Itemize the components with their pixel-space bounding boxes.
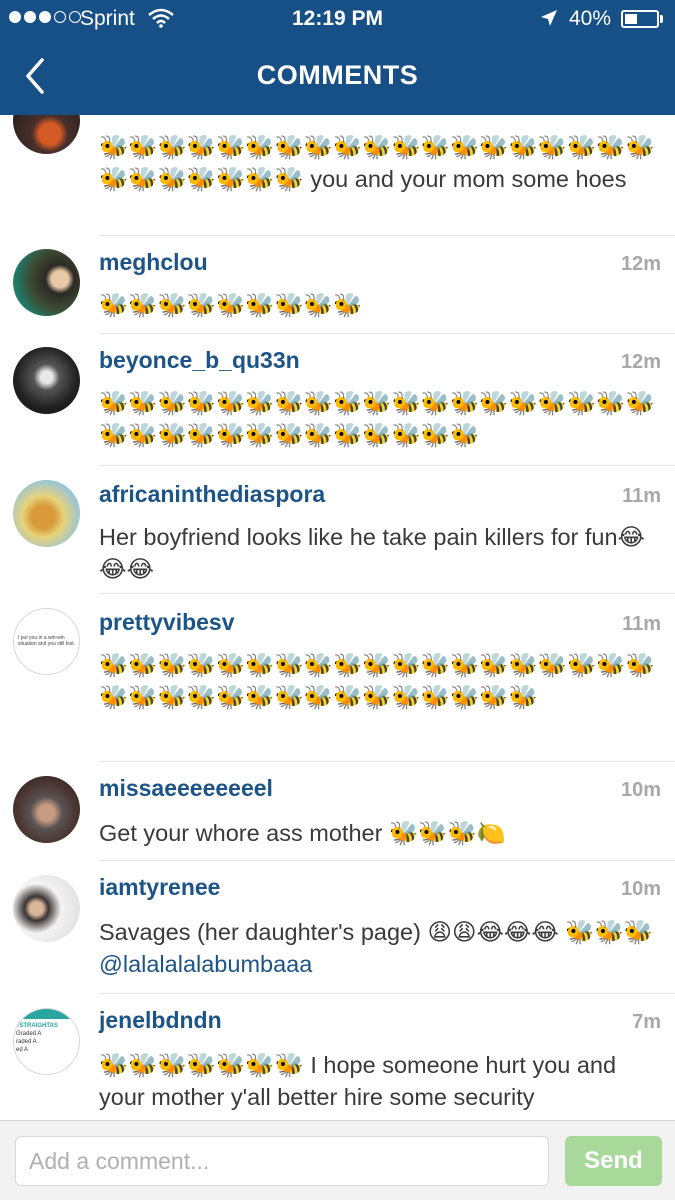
status-bar: Sprint 12:19 PM 40% xyxy=(0,0,675,38)
send-button[interactable]: Send xyxy=(565,1136,662,1186)
avatar[interactable] xyxy=(13,480,80,547)
battery-percent: 40% xyxy=(569,7,612,30)
avatar[interactable] xyxy=(13,776,80,843)
comment-text: 🐝🐝🐝🐝🐝🐝🐝🐝🐝🐝🐝🐝🐝🐝🐝🐝🐝🐝🐝🐝🐝🐝🐝🐝🐝🐝🐝🐝🐝🐝🐝🐝 xyxy=(99,390,655,448)
location-arrow-icon xyxy=(541,10,557,26)
comment-timestamp: 12m xyxy=(620,351,661,373)
comment-text: 🐝🐝🐝🐝🐝🐝🐝🐝🐝🐝🐝🐝🐝🐝🐝🐝🐝🐝🐝🐝🐝🐝🐝🐝🐝🐝🐝🐝🐝🐝🐝🐝🐝🐝 xyxy=(99,652,655,710)
comment-item: africaninthediaspora 11m Her boyfriend l… xyxy=(0,466,675,594)
comment-username[interactable]: iamtyrenee xyxy=(99,874,220,901)
comment-timestamp: 10m xyxy=(620,779,661,801)
avatar-caption: I put you in a win-win situation and you… xyxy=(18,635,75,647)
comment-text: Get your whore ass mother 🐝🐝🐝🍋 xyxy=(99,820,506,846)
comment-item: #STRAIGHTAS Graded A raded A ed A jenelb… xyxy=(0,994,675,1120)
comment-text: 🐝🐝🐝🐝🐝🐝🐝🐝🐝 xyxy=(99,292,363,318)
avatar[interactable]: I put you in a win-win situation and you… xyxy=(13,608,80,675)
comment-username[interactable]: jenelbdndn xyxy=(99,1007,222,1034)
comment-timestamp: 7m xyxy=(632,1011,661,1033)
avatar[interactable] xyxy=(13,115,80,154)
comment-text: 🐝🐝🐝🐝🐝🐝🐝 I hope someone hurt you and your… xyxy=(99,1052,623,1110)
comment-item: meghclou 12m 🐝🐝🐝🐝🐝🐝🐝🐝🐝 xyxy=(0,236,675,334)
comment-text: Her boyfriend looks like he take pain ki… xyxy=(99,524,646,582)
nav-header: Sprint 12:19 PM 40% COMMENTS xyxy=(0,0,675,115)
comment-username[interactable]: beyonce_b_qu33n xyxy=(99,347,300,374)
avatar[interactable] xyxy=(13,249,80,316)
comment-text: 🐝🐝🐝🐝🐝🐝🐝🐝🐝🐝🐝🐝🐝🐝🐝🐝🐝🐝🐝🐝🐝🐝🐝🐝🐝🐝 you and your … xyxy=(99,134,655,192)
comment-timestamp: 12m xyxy=(620,253,661,275)
comment-username[interactable]: missaeeeeeeeel xyxy=(99,775,273,802)
avatar[interactable]: #STRAIGHTAS Graded A raded A ed A xyxy=(13,1008,80,1075)
avatar[interactable] xyxy=(13,347,80,414)
comment-item: iamtyrenee 10m Savages (her daughter's p… xyxy=(0,861,675,994)
battery-icon xyxy=(621,10,659,28)
comment-item: 🐝🐝🐝🐝🐝🐝🐝🐝🐝🐝🐝🐝🐝🐝🐝🐝🐝🐝🐝🐝🐝🐝🐝🐝🐝🐝 you and your … xyxy=(0,115,675,236)
page-title: COMMENTS xyxy=(256,60,419,90)
comment-timestamp: 11m xyxy=(622,485,661,507)
comment-username[interactable]: africaninthediaspora xyxy=(99,481,325,508)
comment-text: Savages (her daughter's page) 😩😩😂😂😂 🐝🐝🐝 … xyxy=(99,919,654,977)
avatar-image-text: #STRAIGHTAS Graded A raded A ed A xyxy=(16,1023,58,1053)
comment-username[interactable]: prettyvibesv xyxy=(99,609,235,636)
comment-timestamp: 11m xyxy=(622,613,661,635)
comments-list[interactable]: 🐝🐝🐝🐝🐝🐝🐝🐝🐝🐝🐝🐝🐝🐝🐝🐝🐝🐝🐝🐝🐝🐝🐝🐝🐝🐝 you and your … xyxy=(0,115,675,1120)
comment-item: beyonce_b_qu33n 12m 🐝🐝🐝🐝🐝🐝🐝🐝🐝🐝🐝🐝🐝🐝🐝🐝🐝🐝🐝🐝… xyxy=(0,334,675,466)
comment-item: missaeeeeeeeel 10m Get your whore ass mo… xyxy=(0,762,675,861)
avatar[interactable] xyxy=(13,875,80,942)
comment-input[interactable] xyxy=(15,1136,549,1186)
comment-timestamp: 10m xyxy=(620,878,661,900)
comment-composer: Send xyxy=(0,1120,675,1200)
comment-item: I put you in a win-win situation and you… xyxy=(0,594,675,762)
mention-link[interactable]: @lalalalalabumbaaa xyxy=(99,951,312,977)
comment-username[interactable]: meghclou xyxy=(99,249,208,276)
